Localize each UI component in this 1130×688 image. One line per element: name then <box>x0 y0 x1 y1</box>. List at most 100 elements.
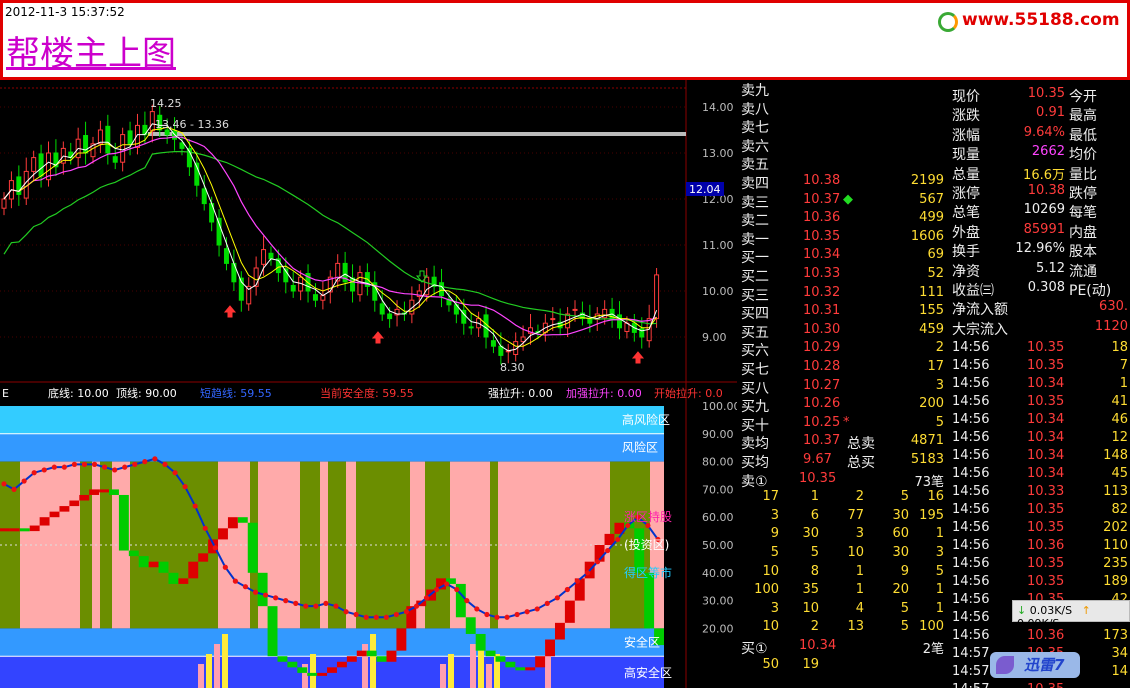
orderbook-price: 10.27 <box>803 377 841 393</box>
oscillator-dot <box>152 456 158 462</box>
order-book-panel: 卖九 卖八 卖七 卖六 卖五 卖四 10.38 2199 卖三 10.37 ◆ 567 卖二 10.36 4… <box>737 80 949 688</box>
tick-volume: 82 <box>1111 502 1128 518</box>
oscillator-dot <box>504 614 510 620</box>
oscillator-step <box>148 561 159 568</box>
oscillator-dot <box>172 470 178 476</box>
tick-time: 14:56 <box>952 376 990 392</box>
oscillator-dot <box>232 578 238 584</box>
orderbook-price: 10.30 <box>803 321 841 337</box>
quote-panel: 现价 10.35 今开 涨跌 0.91 最高 涨幅 9.64% 最低 现量 2662 均价 总量 16.6… <box>949 80 1130 688</box>
sell1-queue-cell: 60 <box>892 526 909 542</box>
oscillator-step <box>39 517 50 526</box>
tick-price: 10.34 <box>1027 448 1065 464</box>
oscillator-step <box>19 528 30 532</box>
sell1-queue-cell: 3 <box>770 600 779 616</box>
site-url[interactable]: www.55188.com <box>962 10 1120 30</box>
orderbook-total-label: 总买 <box>847 455 875 471</box>
oscillator-step <box>535 656 546 668</box>
kline-candle <box>38 153 44 177</box>
oscillator-step <box>545 639 555 657</box>
tick-volume: 113 <box>1103 484 1128 500</box>
tick-time: 14:56 <box>952 556 990 572</box>
sell1-queue-cell: 35 <box>802 582 819 598</box>
sell1-queue-cell: 10 <box>802 600 819 616</box>
oscillator-axis-tick: 90.00 <box>702 428 734 441</box>
sell1-queue-cell: 30 <box>802 526 819 542</box>
sell1-queue-cell: 1 <box>935 600 944 616</box>
quote-value: 16.6万 <box>1023 167 1065 183</box>
sell1-queue-cell: 3 <box>855 526 864 542</box>
oscillator-step <box>396 628 407 651</box>
kline-candle <box>439 282 445 297</box>
orderbook-avg-label: 买均 <box>741 455 769 471</box>
oscillator-dot <box>313 603 319 609</box>
orderbook-total: 4871 <box>910 433 944 449</box>
tick-volume: 14 <box>1111 664 1128 680</box>
oscillator-dot <box>192 503 198 509</box>
quote-value: 0.308 <box>1027 280 1065 295</box>
oscillator-bar <box>310 654 316 688</box>
quote-value: 5.12 <box>1036 260 1065 276</box>
sell1-queue-cell: 6 <box>810 507 819 523</box>
oscillator-dot <box>162 461 168 467</box>
sell1-queue-cell: 9 <box>770 526 779 542</box>
price-axis-tick: 10.00 <box>702 285 734 298</box>
range-label: 13.46 - 13.36 <box>155 118 229 131</box>
trend-zone-stripe <box>130 461 218 629</box>
oscillator-dot <box>444 581 450 587</box>
tick-price: 10.33 <box>1027 484 1065 500</box>
quote-value: 0.91 <box>1036 105 1065 121</box>
sell1-queue-cell: 5 <box>935 563 944 579</box>
sell1-queue-cell: 10 <box>762 563 779 579</box>
sell1-queue-cell: 8 <box>810 563 819 579</box>
orderbook-level-label: 买十 <box>741 417 769 434</box>
stock-chart[interactable]: 14.0013.0012.0011.0010.009.00 12.04 14.2… <box>0 80 737 688</box>
quote-label-right: PE(动) <box>1069 283 1112 299</box>
oscillator-dot <box>51 464 57 470</box>
zone-label-high-risk: 高风险区 <box>622 412 670 427</box>
tick-volume: 41 <box>1111 394 1128 410</box>
oscillator-dot <box>202 525 208 531</box>
orderbook-mark-icon: * <box>843 414 850 430</box>
oscillator-step <box>495 656 506 662</box>
oscillator-dot <box>434 586 440 593</box>
orderbook-price: 10.38 <box>803 173 841 188</box>
kline-candle <box>379 303 385 315</box>
oscillator-axis-tick: 20.00 <box>702 622 734 635</box>
kline-candle <box>387 313 393 320</box>
oscillator-dot <box>31 470 37 476</box>
orderbook-level-label: 买五 <box>741 324 769 341</box>
trend-zone-stripe <box>498 461 610 629</box>
oscillator-step <box>554 622 565 640</box>
sell1-queue-cell: 1 <box>935 582 944 598</box>
tick-volume: 202 <box>1103 520 1128 536</box>
orderbook-volume: 499 <box>919 210 944 226</box>
kline-candle <box>127 130 133 145</box>
tick-time: 14:56 <box>952 574 990 590</box>
banner-title-link[interactable]: 帮楼主上图 <box>6 26 176 75</box>
orderbook-level-label: 卖四 <box>741 176 769 192</box>
oscillator-step <box>29 525 40 532</box>
buy1-queue-label: 买① <box>741 641 768 657</box>
kline-candle <box>654 274 660 320</box>
tick-price: 10.35 <box>1027 358 1065 374</box>
high-price-label: 14.25 <box>150 97 182 110</box>
quote-label: 涨幅 <box>952 127 980 144</box>
orderbook-volume: 2199 <box>910 173 944 188</box>
oscillator-dot <box>584 570 591 576</box>
oscillator-dot <box>242 584 249 590</box>
orderbook-price: 10.35 <box>803 228 841 244</box>
oscillator-step <box>99 489 110 493</box>
orderbook-avg-label: 卖均 <box>741 436 769 453</box>
tick-time: 14:56 <box>952 412 990 428</box>
net-inflow-value: 630. <box>1099 299 1128 315</box>
kline-candle <box>550 318 556 321</box>
sell1-queue-cell: 195 <box>919 507 944 523</box>
orderbook-level-label: 卖七 <box>741 120 769 137</box>
orderbook-level-label: 卖八 <box>741 101 769 118</box>
tick-volume: 7 <box>1119 358 1128 374</box>
oscillator-step <box>69 500 80 507</box>
tick-time: 14:56 <box>952 394 990 410</box>
oscillator-step <box>198 553 209 562</box>
oscillator-step <box>307 672 318 676</box>
